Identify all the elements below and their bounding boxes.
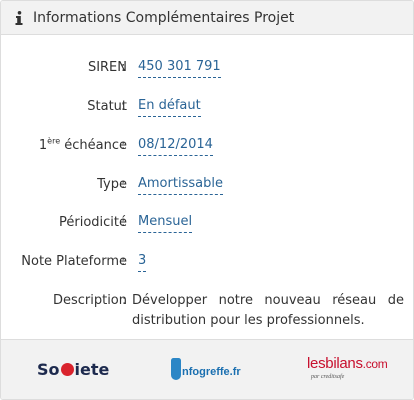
echeance-value-link[interactable]: 08/12/2014 [138,136,213,156]
societe-logo-link[interactable]: So iete [37,357,109,383]
societe-logo-text-end: iete [74,360,110,379]
type-row: Type : Amortissable [1,175,413,195]
type-colon: : [121,177,126,192]
type-value-link[interactable]: Amortissable [138,175,223,195]
description-colon: : [122,293,127,308]
note-label: Note Plateforme [21,254,127,269]
echeance-label-prefix: 1 [38,138,48,153]
lesbilans-logo-tld: .com [362,357,388,371]
lesbilans-logo-sub: par creditsafe [311,374,345,380]
echeance-label: 1ère échéance [39,136,127,156]
lesbilans-logo-main: lesbilans.com [307,355,388,372]
periodicite-value-link[interactable]: Mensuel [138,213,193,233]
echeance-label-sup: ère [47,136,61,146]
siren-row: SIREN : 450 301 791 [1,58,413,78]
echeance-row: 1ère échéance : 08/12/2014 [1,136,413,156]
societe-logo-text-start: So [37,360,60,379]
statut-value-link[interactable]: En défaut [138,97,201,117]
lesbilans-logo-link[interactable]: lesbilans.com par creditsafe [307,354,388,380]
infogreffe-logo-text: nfogreffe.fr [182,366,241,378]
statut-colon: : [121,99,126,114]
societe-logo-dot-icon [60,363,74,376]
statut-row: Statut : En défaut [1,97,413,117]
note-colon: : [121,254,126,269]
periodicite-colon: : [121,215,126,230]
project-info-panel: Informations Complémentaires Projet SIRE… [0,0,414,400]
lesbilans-logo-name: lesbilans [307,355,363,372]
description-label: Description [52,293,127,308]
siren-colon: : [121,60,126,75]
periodicite-label: Périodicité [58,215,127,230]
info-icon [15,10,23,25]
infogreffe-logo-link[interactable]: nfogreffe.fr [171,357,241,383]
note-value-link[interactable]: 3 [138,252,147,272]
periodicite-row: Périodicité : Mensuel [1,213,413,233]
footer-logos: So iete nfogreffe.fr lesbilans.com par cre… [1,339,413,399]
echeance-colon: : [121,138,126,153]
siren-value-link[interactable]: 450 301 791 [138,58,221,78]
panel-title: Informations Complémentaires Projet [33,9,295,26]
note-row: Note Plateforme : 3 [1,252,413,272]
panel-header: Informations Complémentaires Projet [1,1,413,35]
description-text: Développer notre nouveau réseau de distr… [132,293,404,328]
infogreffe-i-icon [171,358,181,380]
echeance-label-suffix: échéance [60,138,127,153]
